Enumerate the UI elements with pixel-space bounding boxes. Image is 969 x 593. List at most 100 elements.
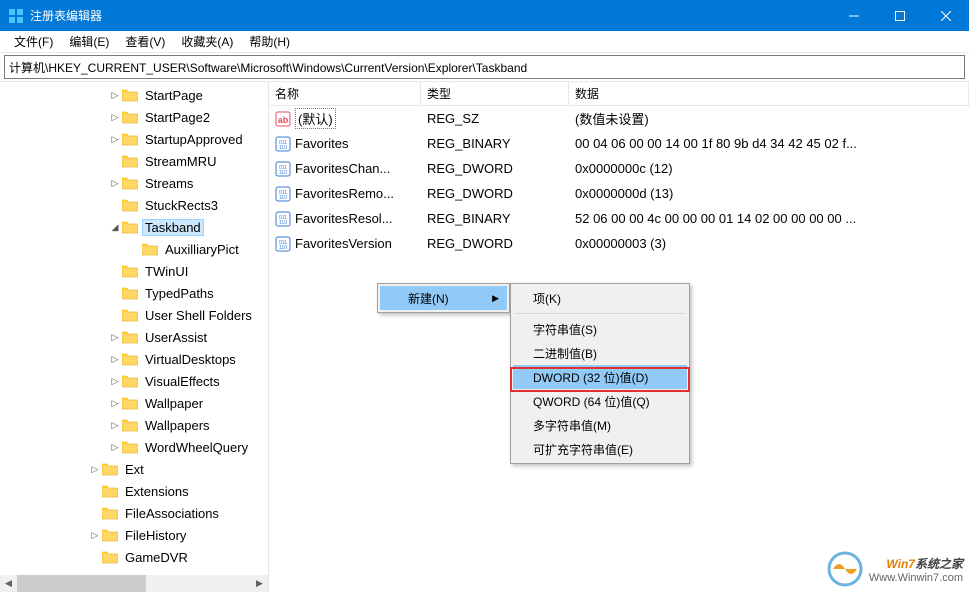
- expander-icon[interactable]: ▷: [108, 178, 122, 189]
- minimize-button[interactable]: [831, 0, 877, 31]
- value-row[interactable]: 011110FavoritesREG_BINARY00 04 06 00 00 …: [269, 131, 969, 156]
- tree-item-startpage2[interactable]: ▷ StartPage2: [0, 106, 268, 128]
- tree-label: Wallpapers: [142, 417, 213, 434]
- ctx-qword[interactable]: QWORD (64 位)值(Q): [513, 389, 687, 413]
- value-name: Favorites: [295, 136, 348, 151]
- tree-item-wallpaper[interactable]: ▷ Wallpaper: [0, 392, 268, 414]
- values-list[interactable]: ab(默认)REG_SZ(数值未设置)011110FavoritesREG_BI…: [269, 106, 969, 256]
- tree-item-wallpapers[interactable]: ▷ Wallpapers: [0, 414, 268, 436]
- expander-icon[interactable]: ◢: [108, 222, 122, 233]
- registry-tree[interactable]: ▷StartPage▷StartPage2▷StartupApprovedStr…: [0, 82, 268, 568]
- tree-label: StreamMRU: [142, 153, 220, 170]
- tree-item-userassist[interactable]: ▷ UserAssist: [0, 326, 268, 348]
- ctx-multistring[interactable]: 多字符串值(M): [513, 413, 687, 437]
- close-button[interactable]: [923, 0, 969, 31]
- watermark-brand: Win7: [886, 557, 915, 571]
- tree-item-startpage[interactable]: ▷StartPage: [0, 84, 268, 106]
- expander-icon[interactable]: ▷: [88, 530, 102, 541]
- tree-item-auxilliarypict[interactable]: AuxilliaryPict: [0, 238, 268, 260]
- tree-item-user-shell-folders[interactable]: User Shell Folders: [0, 304, 268, 326]
- ctx-new[interactable]: 新建(N) ▶: [380, 286, 507, 310]
- scroll-thumb[interactable]: [17, 575, 146, 592]
- tree-item-filehistory[interactable]: ▷FileHistory: [0, 524, 268, 546]
- value-name: FavoritesRemo...: [295, 186, 394, 201]
- maximize-button[interactable]: [877, 0, 923, 31]
- tree-h-scrollbar[interactable]: ◀ ▶: [0, 575, 268, 592]
- svg-text:110: 110: [279, 145, 287, 151]
- tree-label: Wallpaper: [142, 395, 206, 412]
- value-row[interactable]: 011110FavoritesVersionREG_DWORD0x0000000…: [269, 231, 969, 256]
- expander-icon[interactable]: ▷: [108, 90, 122, 101]
- scroll-left-icon[interactable]: ◀: [0, 575, 17, 592]
- tree-label: Extensions: [122, 483, 192, 500]
- list-header: 名称 类型 数据: [269, 82, 969, 106]
- expander-icon[interactable]: ▷: [108, 112, 122, 123]
- value-data: (数值未设置): [569, 109, 969, 128]
- tree-label: FileAssociations: [122, 505, 222, 522]
- expander-icon[interactable]: ▷: [108, 354, 122, 365]
- tree-item-stuckrects3[interactable]: StuckRects3: [0, 194, 268, 216]
- ctx-string[interactable]: 字符串值(S): [513, 317, 687, 341]
- tree-item-extensions[interactable]: Extensions: [0, 480, 268, 502]
- expander-icon[interactable]: ▷: [108, 442, 122, 453]
- tree-item-fileassociations[interactable]: FileAssociations: [0, 502, 268, 524]
- tree-label: StartPage2: [142, 109, 213, 126]
- tree-item-visualeffects[interactable]: ▷VisualEffects: [0, 370, 268, 392]
- titlebar: 注册表编辑器: [0, 0, 969, 31]
- value-row[interactable]: 011110FavoritesResol...REG_BINARY52 06 0…: [269, 206, 969, 231]
- menu-file[interactable]: 文件(F): [6, 31, 61, 52]
- col-type[interactable]: 类型: [421, 82, 569, 105]
- tree-item-typedpaths[interactable]: TypedPaths: [0, 282, 268, 304]
- menubar: 文件(F) 编辑(E) 查看(V) 收藏夹(A) 帮助(H): [0, 31, 969, 53]
- value-data: 0x0000000c (12): [569, 161, 969, 176]
- value-data: 52 06 00 00 4c 00 00 00 01 14 02 00 00 0…: [569, 211, 969, 226]
- svg-text:110: 110: [279, 195, 287, 201]
- value-row[interactable]: ab(默认)REG_SZ(数值未设置): [269, 106, 969, 131]
- tree-item-streams[interactable]: ▷ Streams: [0, 172, 268, 194]
- svg-text:110: 110: [279, 245, 287, 251]
- expander-icon[interactable]: ▷: [108, 376, 122, 387]
- tree-label: GameDVR: [122, 549, 191, 566]
- scroll-track[interactable]: [17, 575, 251, 592]
- ctx-expandstring[interactable]: 可扩充字符串值(E): [513, 437, 687, 461]
- value-type: REG_BINARY: [421, 136, 569, 151]
- expander-icon[interactable]: ▷: [108, 134, 122, 145]
- ctx-key[interactable]: 项(K): [513, 286, 687, 310]
- col-data[interactable]: 数据: [569, 82, 969, 105]
- menu-help[interactable]: 帮助(H): [241, 31, 298, 52]
- ctx-new-label: 新建(N): [408, 290, 449, 307]
- expander-icon[interactable]: ▷: [108, 398, 122, 409]
- col-name[interactable]: 名称: [269, 82, 421, 105]
- tree-item-streammru[interactable]: StreamMRU: [0, 150, 268, 172]
- tree-pane: ▷StartPage▷StartPage2▷StartupApprovedStr…: [0, 82, 269, 592]
- tree-label: Streams: [142, 175, 196, 192]
- tree-item-twinui[interactable]: TWinUI: [0, 260, 268, 282]
- value-row[interactable]: 011110FavoritesChan...REG_DWORD0x0000000…: [269, 156, 969, 181]
- tree-item-wordwheelquery[interactable]: ▷WordWheelQuery: [0, 436, 268, 458]
- content-area: ▷StartPage▷StartPage2▷StartupApprovedStr…: [0, 81, 969, 592]
- context-menu-new: 项(K) 字符串值(S) 二进制值(B) DWORD (32 位)值(D) QW…: [510, 283, 690, 464]
- tree-item-ext[interactable]: ▷Ext: [0, 458, 268, 480]
- tree-item-startupapproved[interactable]: ▷ StartupApproved: [0, 128, 268, 150]
- tree-label: StartupApproved: [142, 131, 246, 148]
- ctx-dword[interactable]: DWORD (32 位)值(D): [513, 365, 687, 389]
- tree-item-virtualdesktops[interactable]: ▷VirtualDesktops: [0, 348, 268, 370]
- value-name: FavoritesChan...: [295, 161, 390, 176]
- tree-label: UserAssist: [142, 329, 210, 346]
- tree-item-taskband[interactable]: ◢Taskband: [0, 216, 268, 238]
- menu-favorites[interactable]: 收藏夹(A): [173, 31, 241, 52]
- address-bar[interactable]: 计算机\HKEY_CURRENT_USER\Software\Microsoft…: [4, 55, 965, 79]
- expander-icon[interactable]: ▷: [108, 420, 122, 431]
- expander-icon[interactable]: ▷: [88, 464, 102, 475]
- value-data: 0x0000000d (13): [569, 186, 969, 201]
- menu-view[interactable]: 查看(V): [117, 31, 173, 52]
- scroll-right-icon[interactable]: ▶: [251, 575, 268, 592]
- menu-edit[interactable]: 编辑(E): [61, 31, 117, 52]
- submenu-arrow-icon: ▶: [492, 293, 499, 304]
- value-data: 00 04 06 00 00 14 00 1f 80 9b d4 34 42 4…: [569, 136, 969, 151]
- context-menu-main: 新建(N) ▶: [377, 283, 510, 313]
- expander-icon[interactable]: ▷: [108, 332, 122, 343]
- value-row[interactable]: 011110FavoritesRemo...REG_DWORD0x0000000…: [269, 181, 969, 206]
- tree-item-gamedvr[interactable]: GameDVR: [0, 546, 268, 568]
- ctx-binary[interactable]: 二进制值(B): [513, 341, 687, 365]
